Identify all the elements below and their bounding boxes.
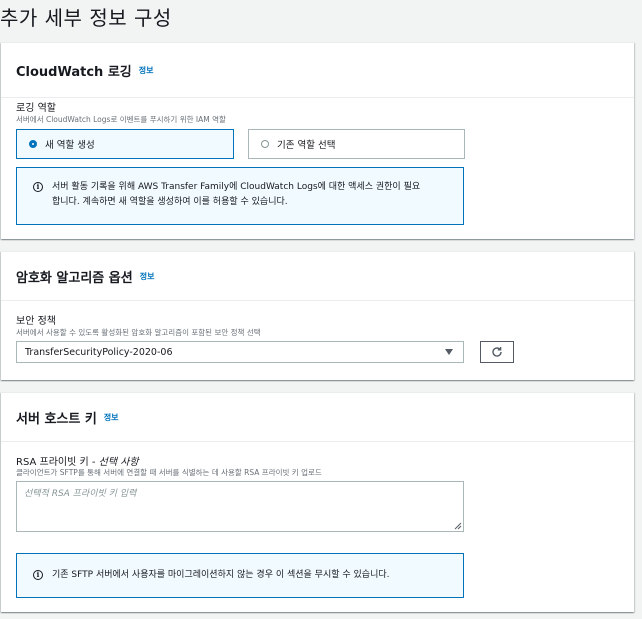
create-new-role-tile[interactable]: 새 역할 생성 bbox=[16, 129, 234, 159]
hostkey-alert-text: 기존 SFTP 서버에서 사용자를 마이그레이션하지 않는 경우 이 섹션을 무… bbox=[52, 570, 390, 580]
info-circle-icon: i bbox=[33, 182, 43, 192]
logging-role-label: 로깅 역할 bbox=[16, 103, 56, 114]
hostkey-info-alert: i 기존 SFTP 서버에서 사용자를 마이그레이션하지 않는 경우 이 섹션을… bbox=[16, 553, 464, 598]
security-policy-select[interactable]: TransferSecurityPolicy-2020-06 bbox=[16, 341, 464, 363]
cloudwatch-header: CloudWatch 로깅 정보 bbox=[1, 43, 634, 98]
create-new-role-label: 새 역할 생성 bbox=[45, 140, 95, 151]
cloudwatch-alert-line2: 합니다. 계속하면 새 역할을 생성하여 이를 허용할 수 있습니다. bbox=[52, 197, 288, 207]
cloudwatch-panel: CloudWatch 로깅 정보 로깅 역할 서버에서 CloudWatch L… bbox=[1, 42, 634, 239]
cloudwatch-info-link[interactable]: 정보 bbox=[139, 65, 154, 76]
rsa-key-textarea[interactable]: 선택적 RSA 프라이빗 키 입력 bbox=[16, 481, 464, 532]
logging-role-desc: 서버에서 CloudWatch Logs로 이벤트를 푸시하기 위한 IAM 역… bbox=[16, 115, 226, 124]
security-policy-value: TransferSecurityPolicy-2020-06 bbox=[25, 346, 173, 358]
cloudwatch-alert-text: 서버 활동 기록을 위해 AWS Transfer Family에 CloudW… bbox=[52, 180, 453, 210]
hostkey-info-link[interactable]: 정보 bbox=[104, 412, 119, 423]
choose-existing-role-radio[interactable] bbox=[261, 140, 269, 148]
rsa-key-desc: 클라이언트가 SFTP를 통해 서버에 연결할 때 서버를 식별하는 데 사용할… bbox=[16, 468, 322, 477]
choose-existing-role-tile[interactable]: 기존 역할 선택 bbox=[248, 129, 465, 159]
cloudwatch-info-alert: i 서버 활동 기록을 위해 AWS Transfer Family에 Clou… bbox=[16, 167, 464, 225]
security-policy-desc: 서버에서 사용할 수 있도록 활성화된 암호화 알고리즘이 포함된 보안 정책 … bbox=[16, 328, 261, 337]
info-circle-icon: i bbox=[33, 570, 43, 580]
refresh-button[interactable] bbox=[480, 341, 514, 363]
hostkey-header: 서버 호스트 키 정보 bbox=[1, 393, 634, 442]
page-title: 추가 세부 정보 구성 bbox=[0, 6, 172, 30]
cloudwatch-title: CloudWatch 로깅 bbox=[16, 64, 132, 80]
hostkey-panel: 서버 호스트 키 정보 RSA 프라이빗 키 - 선택 사항 클라이언트가 SF… bbox=[1, 392, 634, 612]
rsa-key-label: RSA 프라이빗 키 - 선택 사항 bbox=[16, 453, 139, 468]
refresh-icon bbox=[492, 347, 502, 357]
encryption-info-link[interactable]: 정보 bbox=[140, 271, 155, 282]
security-policy-label: 보안 정책 bbox=[16, 316, 56, 327]
encryption-title: 암호화 알고리즘 옵션 bbox=[16, 270, 133, 286]
resize-grip-icon[interactable] bbox=[454, 522, 462, 530]
choose-existing-role-label: 기존 역할 선택 bbox=[277, 140, 336, 151]
create-new-role-radio[interactable] bbox=[29, 140, 37, 148]
encryption-panel: 암호화 알고리즘 옵션 정보 보안 정책 서버에서 사용할 수 있도록 활성화된… bbox=[1, 251, 634, 380]
encryption-header: 암호화 알고리즘 옵션 정보 bbox=[1, 252, 634, 301]
hostkey-title: 서버 호스트 키 bbox=[16, 411, 97, 427]
cloudwatch-alert-line1: 서버 활동 기록을 위해 AWS Transfer Family에 CloudW… bbox=[52, 182, 421, 192]
caret-down-icon bbox=[445, 349, 453, 355]
rsa-key-placeholder: 선택적 RSA 프라이빗 키 입력 bbox=[24, 489, 137, 499]
